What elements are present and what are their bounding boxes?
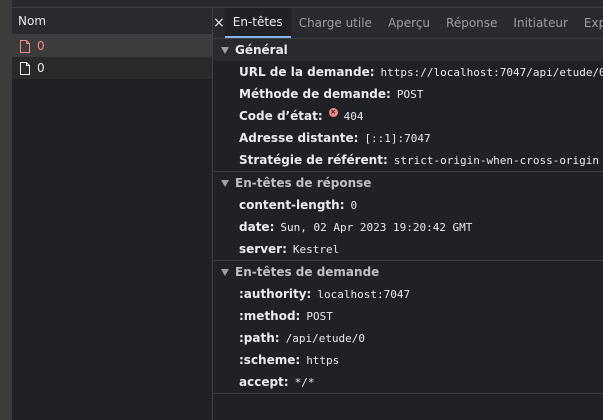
request-header-row: :path: /api/etude/0 (213, 327, 603, 349)
header-key: :path: (239, 331, 280, 345)
tab-headers[interactable]: En-têtes (224, 8, 291, 38)
section-title: En-têtes de demande (235, 265, 380, 279)
header-key: :scheme: (239, 353, 301, 367)
header-key: date: (239, 220, 275, 234)
tab-payload[interactable]: Charge utile (291, 8, 380, 38)
request-headers-section: En-têtes de demande :authority: localhos… (213, 261, 603, 394)
header-key: Code d’état: (239, 109, 323, 123)
request-header-row: :method: POST (213, 305, 603, 327)
close-icon[interactable]: × (213, 8, 225, 38)
tab-exp[interactable]: Exp (576, 8, 603, 38)
request-url-row: URL de la demande: https://localhost:704… (213, 61, 603, 83)
header-key: Stratégie de référent: (239, 153, 388, 167)
left-edge-strip (0, 0, 12, 420)
header-value[interactable]: localhost:7047 (317, 288, 410, 301)
remote-address-row: Adresse distante: [::1]:7047 (213, 127, 603, 149)
request-header-row: :scheme: https (213, 349, 603, 371)
request-name: 0 (37, 39, 45, 53)
devtools-network: Nom 0 0 × En-têtes Charge utile Aperçu R… (0, 0, 603, 420)
referrer-policy-row: Stratégie de référent: strict-origin-whe… (213, 149, 603, 171)
header-value[interactable]: 404 (344, 110, 364, 123)
error-icon: × (328, 107, 338, 117)
file-icon (20, 39, 30, 53)
header-value[interactable]: 0 (351, 199, 358, 212)
response-header-row: server: Kestrel (213, 238, 603, 260)
request-row[interactable]: 0 (12, 35, 212, 57)
request-list-panel: Nom 0 0 (12, 8, 213, 420)
header-value[interactable]: POST (397, 88, 424, 101)
request-method-row: Méthode de demande: POST (213, 83, 603, 105)
tab-response[interactable]: Réponse (438, 8, 505, 38)
file-icon (20, 61, 30, 75)
header-value[interactable]: https://localhost:7047/api/etude/0 (381, 66, 603, 79)
header-key: :authority: (239, 287, 312, 301)
tab-initiator[interactable]: Initiateur (505, 8, 576, 38)
request-header-row: accept: */* (213, 371, 603, 393)
header-value[interactable]: https (306, 354, 339, 367)
name-column-header[interactable]: Nom (12, 8, 212, 35)
header-value[interactable]: Sun, 02 Apr 2023 19:20:42 GMT (280, 221, 472, 234)
header-value[interactable]: /api/etude/0 (286, 332, 365, 345)
details-tabbar: × En-têtes Charge utile Aperçu Réponse I… (213, 8, 603, 39)
section-title: Général (235, 43, 288, 57)
header-key: content-length: (239, 198, 345, 212)
header-value[interactable]: POST (306, 310, 333, 323)
triangle-down-icon (221, 179, 229, 187)
triangle-down-icon (221, 268, 229, 276)
header-value[interactable]: */* (295, 376, 315, 389)
request-name: 0 (37, 61, 45, 75)
header-value[interactable]: [::1]:7047 (364, 132, 430, 145)
general-section: Général URL de la demande: https://local… (213, 39, 603, 172)
response-header-row: date: Sun, 02 Apr 2023 19:20:42 GMT (213, 216, 603, 238)
header-value[interactable]: strict-origin-when-cross-origin (394, 154, 599, 167)
status-code-row: Code d’état: × 404 (213, 105, 603, 127)
triangle-down-icon (221, 46, 229, 54)
response-headers-section: En-têtes de réponse content-length: 0 da… (213, 172, 603, 261)
request-row[interactable]: 0 (12, 57, 212, 79)
general-section-header[interactable]: Général (213, 39, 603, 61)
section-title: En-têtes de réponse (235, 176, 372, 190)
header-key: URL de la demande: (239, 65, 375, 79)
header-key: Méthode de demande: (239, 87, 391, 101)
top-strip (12, 0, 603, 8)
header-key: server: (239, 242, 287, 256)
request-header-row: :authority: localhost:7047 (213, 283, 603, 305)
response-header-row: content-length: 0 (213, 194, 603, 216)
header-key: :method: (239, 309, 301, 323)
header-value[interactable]: Kestrel (293, 243, 339, 256)
response-headers-header[interactable]: En-têtes de réponse (213, 172, 603, 194)
header-key: Adresse distante: (239, 131, 359, 145)
header-key: accept: (239, 375, 289, 389)
tab-preview[interactable]: Aperçu (380, 8, 438, 38)
request-headers-header[interactable]: En-têtes de demande (213, 261, 603, 283)
request-details-panel: × En-têtes Charge utile Aperçu Réponse I… (213, 8, 603, 420)
